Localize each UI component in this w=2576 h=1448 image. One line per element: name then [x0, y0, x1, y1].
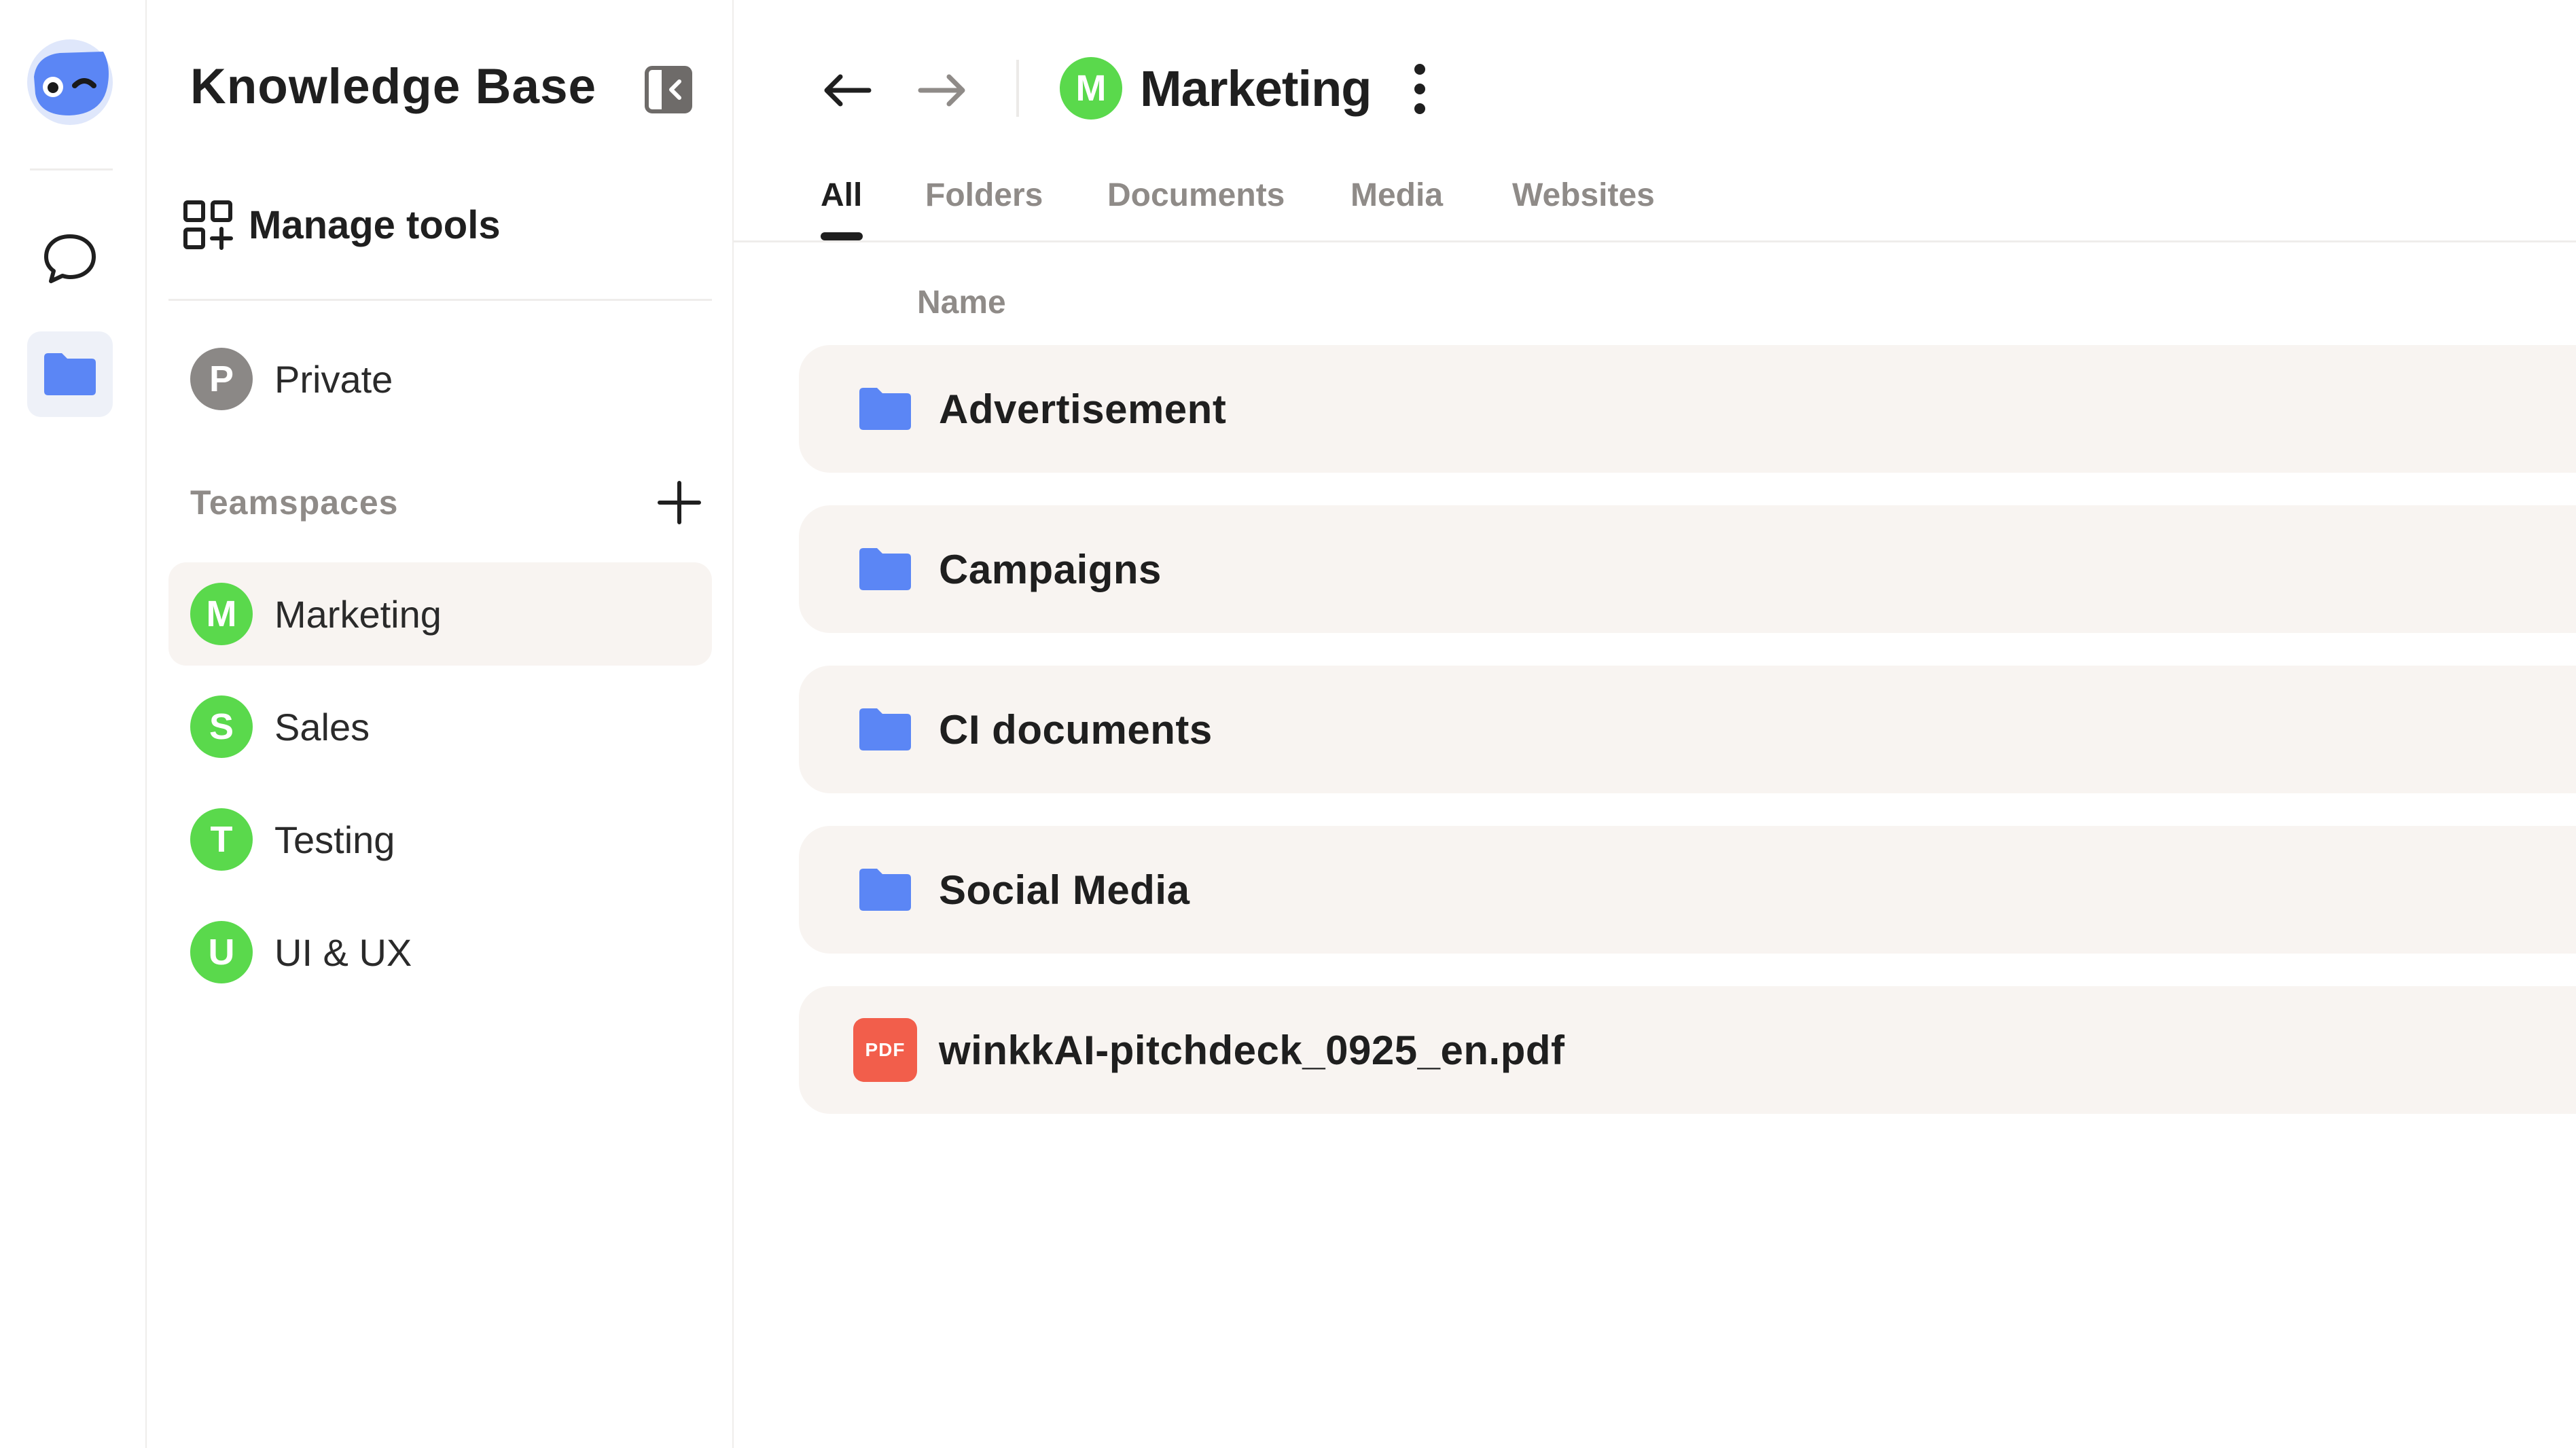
- list-item[interactable]: Campaigns: [799, 505, 2576, 633]
- sidebar-item-private[interactable]: P Private: [168, 327, 712, 431]
- pdf-file-icon: PDF: [853, 1018, 917, 1082]
- item-name: CI documents: [939, 706, 1213, 753]
- plus-icon: [658, 481, 701, 524]
- add-teamspace-button[interactable]: [652, 475, 706, 530]
- space-avatar: M: [1060, 57, 1122, 120]
- list-item[interactable]: Social Media: [799, 826, 2576, 954]
- private-avatar: P: [190, 348, 253, 410]
- list-item[interactable]: PDF winkkAI-pitchdeck_0925_en.pdf: [799, 986, 2576, 1114]
- sidebar-item-label: Sales: [274, 705, 370, 748]
- sidebar-item-testing[interactable]: T Testing: [168, 788, 712, 891]
- arrow-right-icon: [918, 74, 965, 107]
- item-name: Advertisement: [939, 386, 1227, 432]
- rail-divider: [30, 168, 113, 170]
- teamspace-avatar: M: [190, 583, 253, 645]
- app-rail: [0, 0, 147, 1448]
- sidebar-collapse-icon: [645, 66, 692, 113]
- tab-documents[interactable]: Documents: [1107, 177, 1285, 214]
- chat-bubble-icon: [44, 234, 96, 283]
- list-item[interactable]: Advertisement: [799, 345, 2576, 473]
- sidebar-item-label: Testing: [274, 818, 395, 861]
- sidebar-title: Knowledge Base: [190, 59, 597, 114]
- sidebar-item-label: Private: [274, 357, 393, 401]
- sidebar-item-ui-ux[interactable]: U UI & UX: [168, 901, 712, 1004]
- arrow-left-icon: [824, 74, 872, 107]
- teamspaces-header: Teamspaces: [190, 475, 706, 530]
- sidebar-collapse-button[interactable]: [643, 64, 694, 115]
- tab-folders[interactable]: Folders: [925, 177, 1043, 214]
- manage-tools-button[interactable]: Manage tools: [182, 187, 658, 262]
- teamspace-avatar: T: [190, 808, 253, 871]
- sidebar-item-label: UI & UX: [274, 930, 412, 974]
- item-name: Social Media: [939, 867, 1190, 913]
- active-tab-indicator: [821, 232, 863, 240]
- sidebar-item-sales[interactable]: S Sales: [168, 675, 712, 778]
- page-title: Marketing: [1140, 60, 1372, 117]
- tab-bar: All Folders Documents Media Websites: [734, 168, 2576, 242]
- item-name: winkkAI-pitchdeck_0925_en.pdf: [939, 1027, 1565, 1073]
- pdf-badge: PDF: [853, 1018, 917, 1082]
- kebab-menu-icon: [1414, 64, 1425, 114]
- breadcrumb: M Marketing: [1060, 54, 1372, 122]
- grid-plus-icon: [183, 200, 233, 250]
- manage-tools-label: Manage tools: [249, 202, 501, 247]
- teamspace-avatar: U: [190, 921, 253, 983]
- forward-button[interactable]: [912, 60, 973, 121]
- list-item[interactable]: CI documents: [799, 666, 2576, 793]
- mascot-logo-icon[interactable]: [27, 39, 113, 125]
- knowledge-base-nav-button[interactable]: [27, 331, 113, 417]
- folder-icon: [44, 353, 96, 395]
- more-options-button[interactable]: [1399, 58, 1440, 120]
- folder-icon: [853, 377, 917, 441]
- main-content: M Marketing All Folders Documents Media …: [734, 0, 2576, 1448]
- sidebar-divider: [168, 299, 712, 301]
- chat-nav-button[interactable]: [27, 216, 113, 302]
- tab-all[interactable]: All: [821, 177, 862, 214]
- back-button[interactable]: [817, 60, 878, 121]
- item-name: Campaigns: [939, 546, 1162, 592]
- tab-media[interactable]: Media: [1350, 177, 1443, 214]
- sidebar-item-marketing[interactable]: M Marketing: [168, 562, 712, 666]
- tab-websites[interactable]: Websites: [1512, 177, 1655, 214]
- folder-icon: [853, 858, 917, 922]
- teamspace-avatar: S: [190, 695, 253, 758]
- teamspaces-label: Teamspaces: [190, 484, 399, 522]
- header-divider: [1016, 60, 1019, 117]
- folder-icon: [853, 698, 917, 761]
- column-header-name[interactable]: Name: [917, 284, 1006, 321]
- folder-icon: [853, 537, 917, 601]
- knowledge-base-sidebar: Knowledge Base Manage tools P Private Te…: [147, 0, 734, 1448]
- sidebar-item-label: Marketing: [274, 592, 442, 636]
